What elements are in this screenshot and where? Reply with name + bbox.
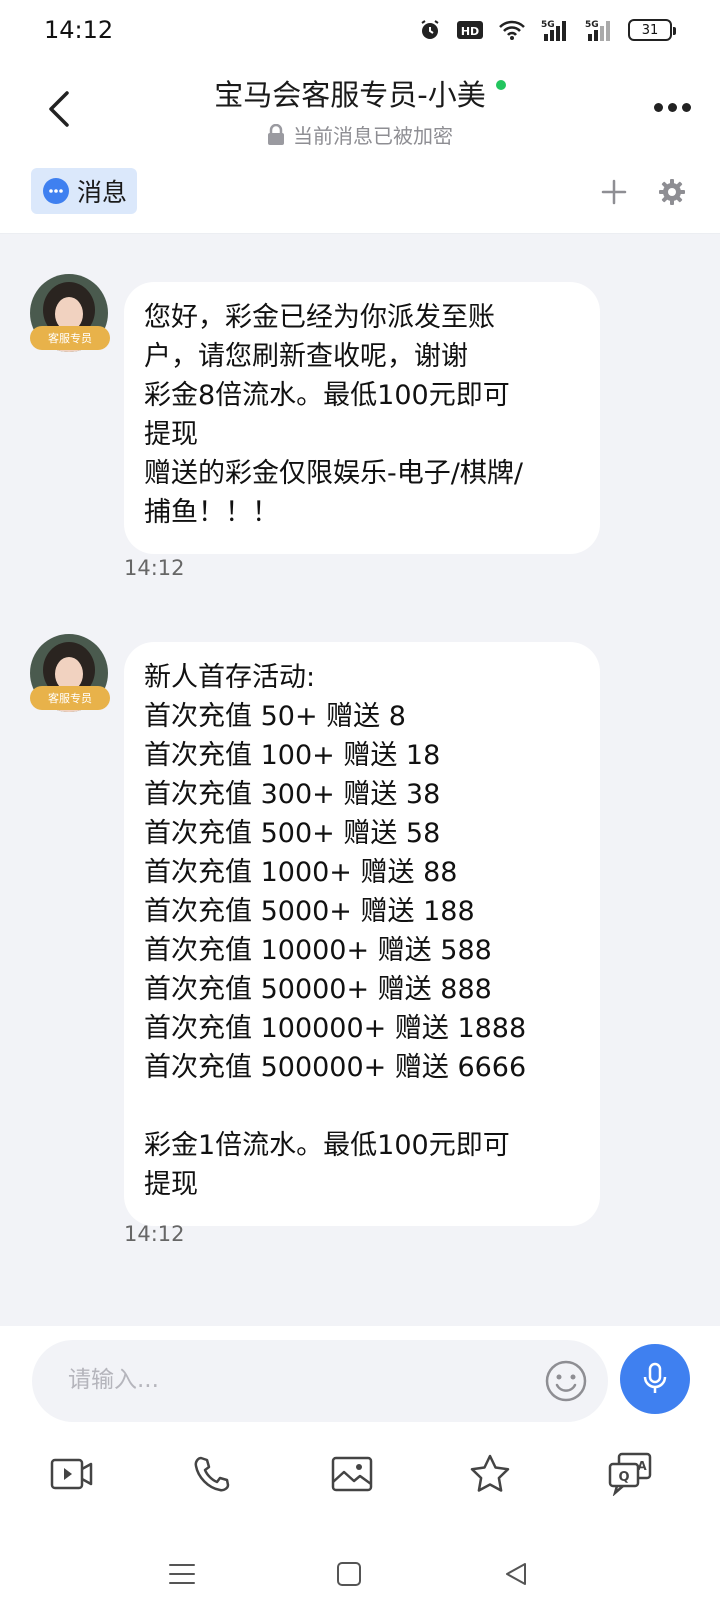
svg-text:A: A: [637, 1459, 647, 1473]
status-icons: HD 5G 5G 31: [418, 18, 676, 42]
message-input[interactable]: [68, 1360, 528, 1400]
encryption-notice-text: 当前消息已被加密: [293, 124, 453, 148]
favorite-button[interactable]: [466, 1450, 514, 1498]
message-bubble[interactable]: 您好，彩金已经为你派发至账 户，请您刷新查收呢，谢谢 彩金8倍流水。最低100元…: [124, 282, 600, 554]
online-status-dot: [495, 80, 506, 90]
system-nav-bar: [0, 1540, 720, 1612]
battery-icon: 31: [628, 19, 676, 41]
tab-bar: 消息: [0, 160, 720, 234]
alarm-icon: [418, 18, 442, 42]
tab-messages[interactable]: 消息: [31, 168, 138, 214]
hd-icon: HD: [456, 19, 484, 41]
more-dot-icon: [681, 102, 691, 112]
svg-text:HD: HD: [461, 25, 479, 38]
signal-5g-icon: 5G: [540, 18, 570, 42]
video-icon: [50, 1458, 93, 1490]
phone-icon: [194, 1456, 230, 1492]
more-dot-icon: [653, 102, 663, 112]
home-button[interactable]: [329, 1554, 369, 1594]
star-icon: [470, 1454, 510, 1492]
home-icon: [337, 1562, 361, 1586]
chat-header: 宝马会客服专员-小美 当前消息已被加密: [0, 64, 720, 160]
wifi-icon: [498, 19, 526, 41]
emoji-icon: [545, 1360, 587, 1402]
emoji-button[interactable]: [544, 1359, 588, 1403]
chat-bubble-icon: [43, 178, 69, 204]
chat-title: 宝马会客服专员-小美: [214, 72, 506, 114]
plus-icon: [601, 179, 627, 205]
gear-icon: [659, 179, 685, 205]
agent-badge: 客服专员: [30, 686, 110, 710]
sender-avatar[interactable]: 客服专员: [30, 274, 110, 354]
more-options-button[interactable]: [650, 92, 694, 122]
status-bar: 14:12 HD 5G 5G 31: [0, 0, 720, 64]
lock-icon: [268, 123, 284, 145]
input-box: [32, 1340, 608, 1422]
settings-button[interactable]: [654, 174, 690, 210]
image-icon: [331, 1456, 373, 1492]
image-button[interactable]: [328, 1450, 376, 1498]
encryption-notice: 当前消息已被加密: [267, 120, 453, 149]
call-button[interactable]: [188, 1450, 236, 1498]
status-time: 14:12: [44, 16, 114, 44]
message-list[interactable]: 客服专员 您好，彩金已经为你派发至账 户，请您刷新查收呢，谢谢 彩金8倍流水。最…: [0, 234, 720, 1326]
voice-button[interactable]: [620, 1344, 690, 1414]
add-tab-button[interactable]: [596, 174, 632, 210]
system-back-button[interactable]: [496, 1554, 536, 1594]
quick-reply-icon: QA: [608, 1452, 652, 1496]
quick-reply-button[interactable]: QA: [606, 1450, 654, 1498]
tab-messages-label: 消息: [77, 178, 128, 207]
message-time: 14:12: [124, 1222, 185, 1246]
menu-icon: [169, 1564, 195, 1584]
back-triangle-icon: [506, 1563, 526, 1585]
svg-text:Q: Q: [618, 1470, 629, 1485]
menu-button[interactable]: [162, 1554, 202, 1594]
signal-5g-icon: 5G: [584, 18, 614, 42]
sender-avatar[interactable]: 客服专员: [30, 634, 110, 714]
more-dot-icon: [667, 102, 677, 112]
microphone-icon: [643, 1362, 667, 1393]
video-button[interactable]: [48, 1450, 96, 1498]
chat-title-text: 宝马会客服专员-小美: [214, 78, 486, 112]
message-bubble[interactable]: 新人首存活动: 首次充值 50+ 赠送 8 首次充值 100+ 赠送 18 首次…: [124, 642, 600, 1226]
svg-text:5G: 5G: [585, 20, 599, 30]
title-block: 宝马会客服专员-小美 当前消息已被加密: [0, 72, 720, 150]
message-time: 14:12: [124, 556, 185, 580]
svg-text:5G: 5G: [541, 20, 555, 30]
agent-badge: 客服专员: [30, 326, 110, 350]
